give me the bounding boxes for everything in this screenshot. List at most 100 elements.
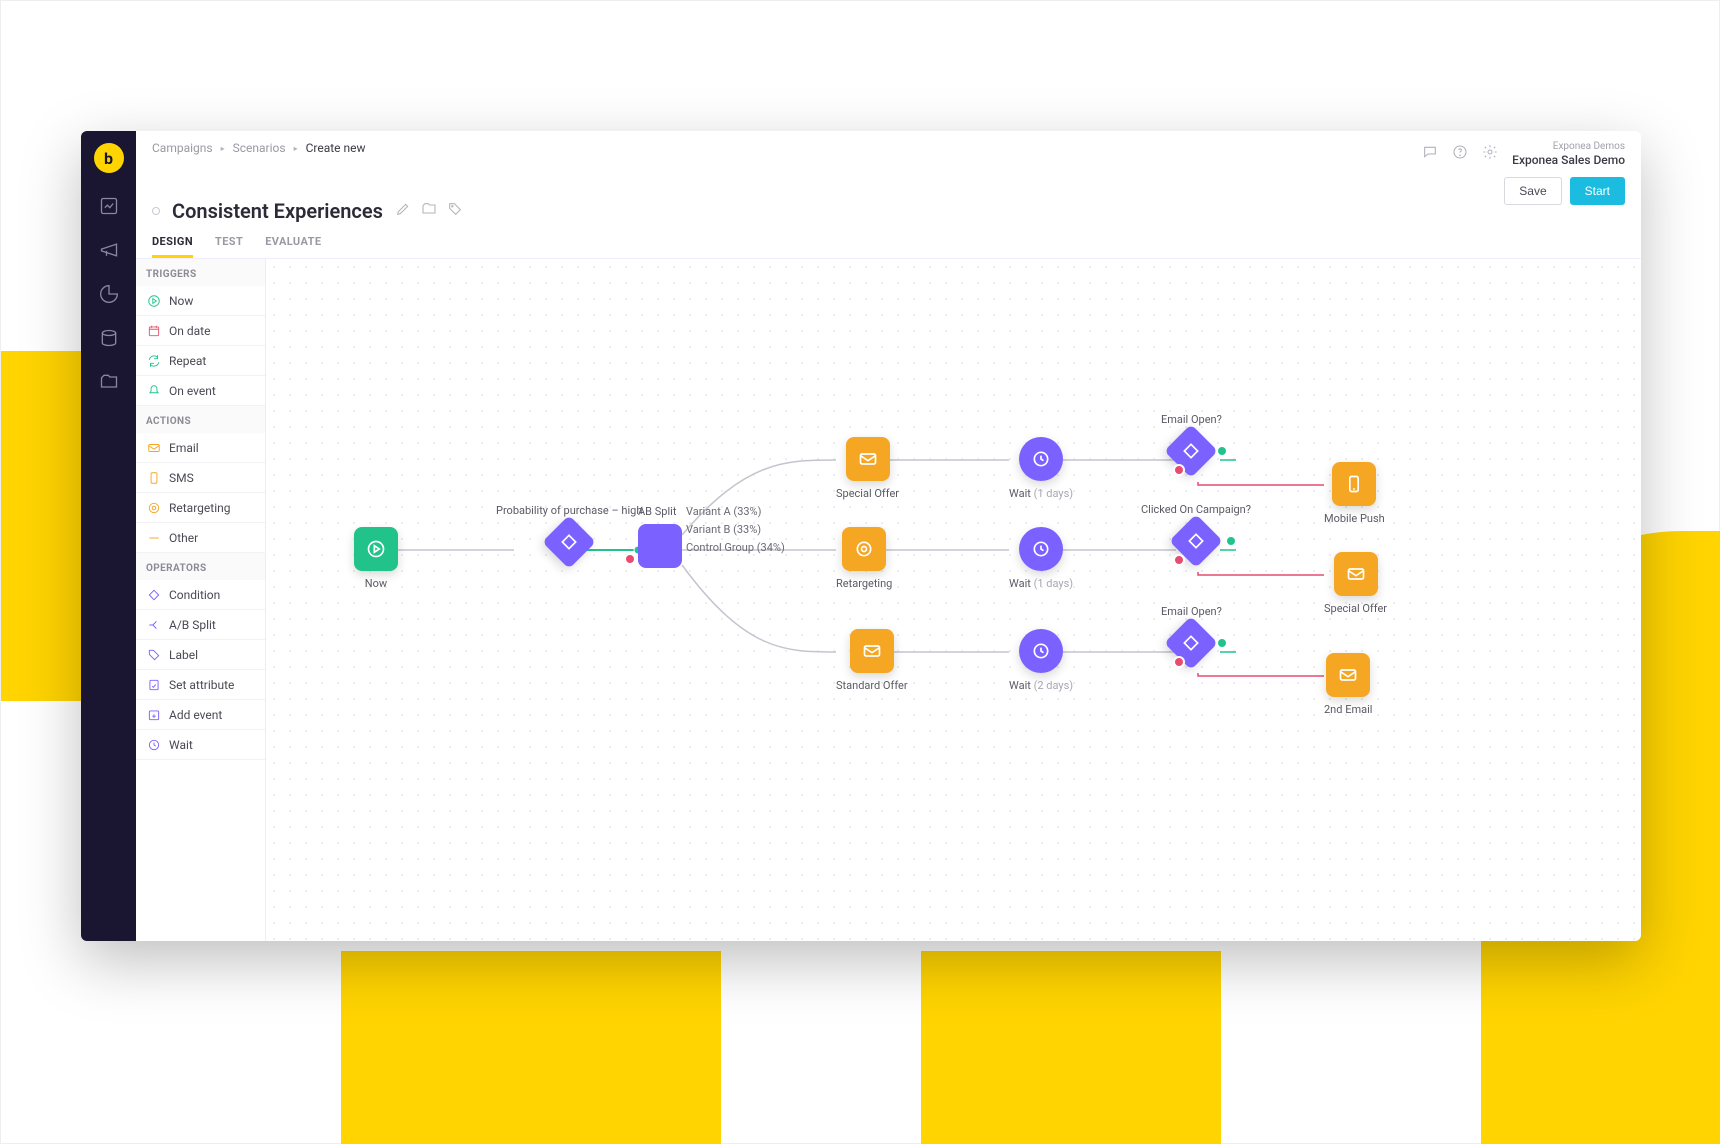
label: On date [169,324,210,338]
node-label: Email Open? [1161,605,1222,618]
org-name: Exponea Demos [1512,141,1625,153]
op-condition[interactable]: Condition [136,580,265,610]
crumb-current: Create new [306,141,366,155]
folder-icon[interactable] [421,201,437,221]
workspace: TRIGGERS Now On date Repeat On event ACT… [136,258,1641,941]
analytics-icon[interactable] [98,283,120,305]
project-selector[interactable]: Exponea Demos Exponea Sales Demo [1512,141,1625,167]
node-label: Clicked On Campaign? [1141,503,1251,516]
label: SMS [169,471,194,485]
node-cond-clicked[interactable]: Clicked On Campaign? [1141,503,1251,560]
node-now[interactable]: Now [354,527,398,590]
topbar: Campaigns ▸ Scenarios ▸ Create new Expon… [136,131,1641,191]
node-special2[interactable]: Special Offer [1324,552,1387,615]
node-email-standard[interactable]: Standard Offer [836,629,908,692]
op-addevent[interactable]: Add event [136,700,265,730]
action-email[interactable]: Email [136,433,265,463]
node-label: Probability of purchase – high [496,504,642,517]
data-icon[interactable] [98,327,120,349]
node-label: Mobile Push [1324,512,1385,525]
node-label: 2nd Email [1324,703,1372,716]
main: Campaigns ▸ Scenarios ▸ Create new Expon… [136,131,1641,941]
node-wait-c[interactable]: Wait (2 days) [1009,629,1073,692]
decor [921,951,1221,1144]
trigger-repeat[interactable]: Repeat [136,346,265,376]
node-condition[interactable]: Probability of purchase – high [496,504,642,561]
label: Email [169,441,199,455]
node-label: Wait (2 days) [1009,679,1073,692]
top-right: Exponea Demos Exponea Sales Demo [1422,141,1625,167]
tab-test[interactable]: TEST [215,229,243,258]
node-mobilepush[interactable]: Mobile Push [1324,462,1385,525]
node-absplit[interactable]: AB Split Variant A (33%) Variant B (33%)… [638,505,682,568]
trigger-onevent[interactable]: On event [136,376,265,406]
gear-icon[interactable] [1482,144,1498,164]
label: Repeat [169,354,206,368]
node-wait-b[interactable]: Wait (1 days) [1009,527,1073,590]
edit-icon[interactable] [395,201,411,221]
project-name: Exponea Sales Demo [1512,153,1625,167]
dashboard-icon[interactable] [98,195,120,217]
node-label: Email Open? [1161,413,1222,426]
action-buttons: Save Start [1504,177,1625,205]
label: A/B Split [169,618,216,632]
label: Condition [169,588,220,602]
breadcrumb: Campaigns ▸ Scenarios ▸ Create new [152,141,366,155]
node-retargeting[interactable]: Retargeting [836,527,892,590]
canvas[interactable]: Now Probability of purchase – high AB Sp… [266,259,1641,941]
campaigns-icon[interactable] [98,239,120,261]
trigger-ondate[interactable]: On date [136,316,265,346]
action-sms[interactable]: SMS [136,463,265,493]
crumb-campaigns[interactable]: Campaigns [152,141,213,155]
label: Set attribute [169,678,234,692]
node-label: Wait (1 days) [1009,487,1073,500]
trigger-now[interactable]: Now [136,286,265,316]
start-button[interactable]: Start [1570,177,1625,205]
action-other[interactable]: Other [136,523,265,553]
node-label: Standard Offer [836,679,908,692]
control-group: Control Group (34%) [686,539,785,557]
node-label: Special Offer [836,487,899,500]
chevron-right-icon: ▸ [294,144,298,153]
node-label: Retargeting [836,577,892,590]
op-absplit[interactable]: A/B Split [136,610,265,640]
tab-design[interactable]: DESIGN [152,229,193,258]
label: Other [169,531,198,545]
tab-evaluate[interactable]: EVALUATE [265,229,321,258]
help-icon[interactable] [1452,144,1468,164]
label: Retargeting [169,501,230,515]
page-title: Consistent Experiences [172,199,383,223]
title-row: Consistent Experiences [136,191,1641,229]
op-wait[interactable]: Wait [136,730,265,760]
page: b Campaigns ▸ Scenarios ▸ Create new [0,0,1720,1144]
node-cond-emailopen-a[interactable]: Email Open? [1161,413,1222,470]
wires [266,259,1641,941]
save-button[interactable]: Save [1504,177,1561,205]
decor [341,951,721,1144]
label: Now [169,294,193,308]
chat-icon[interactable] [1422,144,1438,164]
variant-a: Variant A (33%) [686,503,785,521]
chevron-right-icon: ▸ [221,144,225,153]
node-2ndemail[interactable]: 2nd Email [1324,653,1372,716]
label: On event [169,384,216,398]
crumb-scenarios[interactable]: Scenarios [233,141,286,155]
op-setattr[interactable]: Set attribute [136,670,265,700]
node-label: Wait (1 days) [1009,577,1073,590]
logo[interactable]: b [94,143,124,173]
node-email-special[interactable]: Special Offer [836,437,899,500]
op-label[interactable]: Label [136,640,265,670]
node-wait-a[interactable]: Wait (1 days) [1009,437,1073,500]
node-cond-emailopen-c[interactable]: Email Open? [1161,605,1222,662]
palette: TRIGGERS Now On date Repeat On event ACT… [136,259,266,941]
label: Label [169,648,198,662]
node-label: AB Split [638,505,676,518]
action-retargeting[interactable]: Retargeting [136,493,265,523]
operators-head: OPERATORS [136,553,265,580]
label: Add event [169,708,222,722]
node-label: Special Offer [1324,602,1387,615]
app-window: b Campaigns ▸ Scenarios ▸ Create new [81,131,1641,941]
node-label: Now [365,577,387,590]
files-icon[interactable] [98,371,120,393]
tag-icon[interactable] [447,201,463,221]
